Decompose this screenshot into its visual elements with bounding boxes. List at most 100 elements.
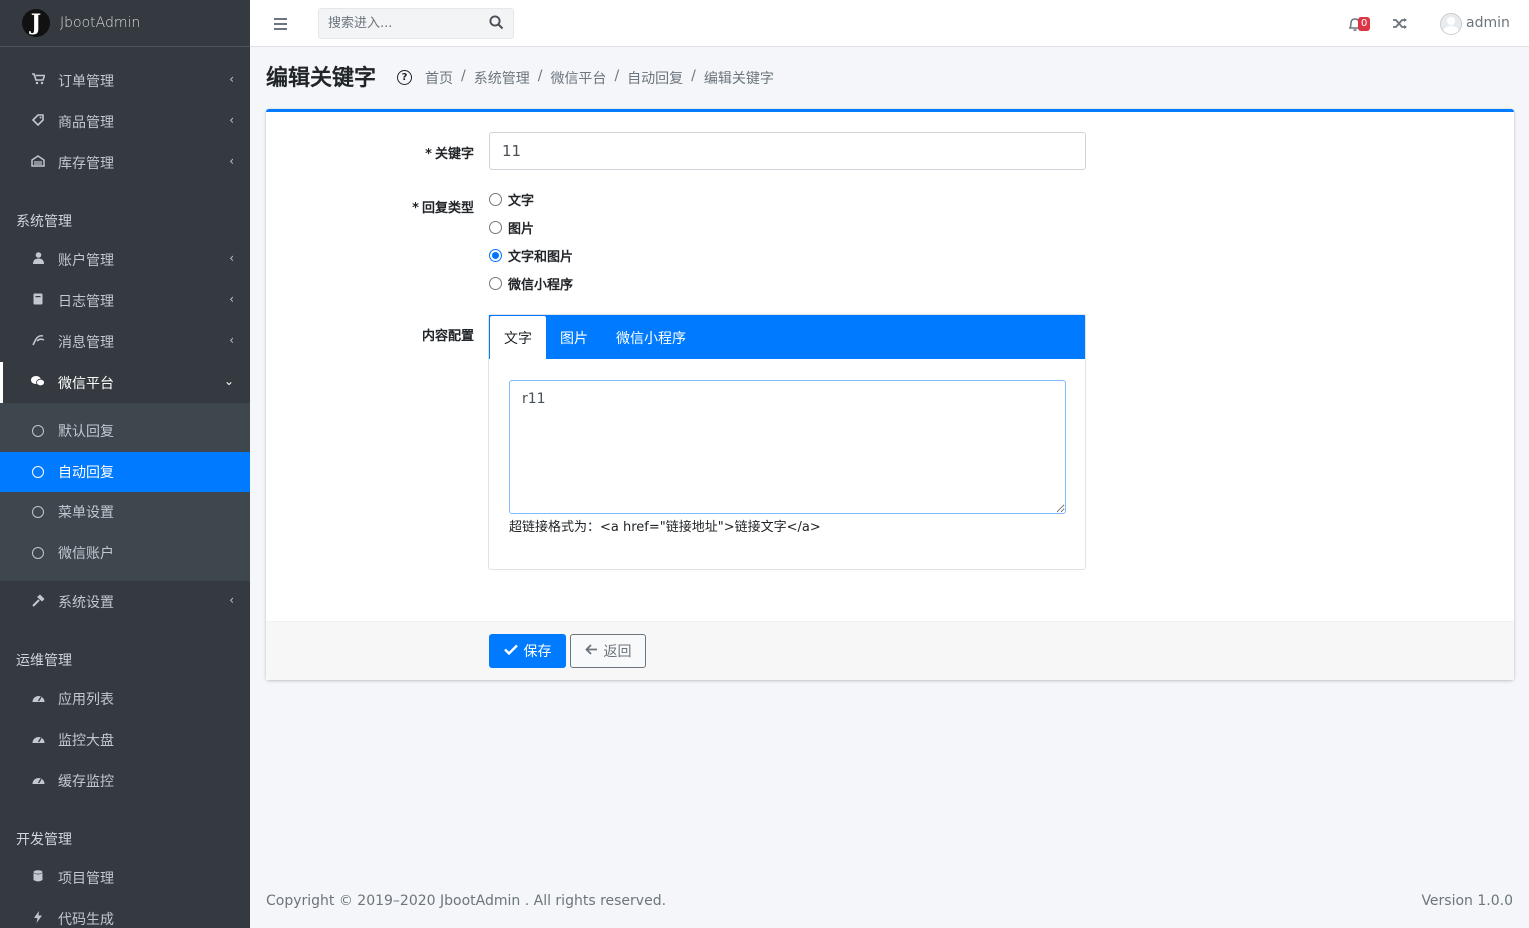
arrow-left-icon [584, 643, 598, 659]
text-content-textarea[interactable]: r11 [509, 380, 1066, 514]
sidebar-item-label: 应用列表 [58, 691, 114, 708]
broadcast-icon [30, 334, 46, 349]
reply-type-label-text: 回复类型 [421, 201, 474, 216]
keyword-input[interactable] [489, 132, 1086, 170]
edit-keyword-card: *关键字 *回复类型 文字 图片 文字和图片 微信小程序 内容配置 文字 图片 … [266, 109, 1514, 680]
sidebar-item-label: 系统设置 [58, 594, 114, 611]
hammer-icon [30, 594, 46, 610]
nav-section-system: 系统管理 [16, 214, 72, 230]
chevron-left-icon: ‹ [229, 72, 234, 86]
reply-type-option-text[interactable]: 文字 [489, 190, 534, 209]
sidebar-item-codegen[interactable]: 代码生成 [0, 898, 250, 928]
circle-icon [32, 425, 44, 438]
reply-type-option-text-image[interactable]: 文字和图片 [489, 246, 573, 265]
sidebar-item-projects[interactable]: 项目管理 [0, 857, 250, 898]
brand-name: JbootAdmin [60, 15, 141, 31]
radio-label: 文字和图片 [508, 250, 574, 265]
book-icon [30, 293, 46, 308]
tag-icon [30, 114, 46, 129]
sidebar-item-logs[interactable]: 日志管理 ‹ [0, 280, 250, 321]
menu-toggle-icon[interactable] [274, 18, 287, 30]
sidebar-item-label: 消息管理 [58, 334, 114, 351]
radio-button-checked[interactable] [489, 249, 502, 262]
chevron-down-icon: ⌄ [223, 374, 234, 388]
sidebar-nav-lower: 系统设置 ‹ 运维管理 应用列表 监控大盘 缓存监控 开发管理 项目管理 代码生… [0, 581, 250, 928]
database-icon [30, 870, 46, 885]
nav-section-ops: 运维管理 [16, 653, 72, 669]
dashboard-icon [30, 692, 46, 706]
radio-button[interactable] [489, 193, 502, 206]
sidebar-item-app-list[interactable]: 应用列表 [0, 678, 250, 719]
breadcrumb-item[interactable]: 微信平台 [550, 68, 606, 88]
sidebar-item-wechat-accounts[interactable]: 微信账户 [0, 533, 250, 574]
tab-miniprogram[interactable]: 微信小程序 [602, 316, 700, 359]
sidebar-item-label: 菜单设置 [58, 505, 114, 522]
sidebar: J JbootAdmin 订单管理 ‹ 商品管理 ‹ 库存管理 ‹ 系统管理 账… [0, 0, 250, 928]
breadcrumb-item: 编辑关键字 [703, 71, 774, 87]
breadcrumb: 首页 / 系统管理 / 微信平台 / 自动回复 / 编辑关键字 [425, 68, 774, 88]
sidebar-item-label: 账户管理 [58, 252, 114, 269]
reply-type-option-image[interactable]: 图片 [489, 218, 534, 237]
search-input[interactable] [319, 9, 479, 38]
sidebar-item-messages[interactable]: 消息管理 ‹ [0, 321, 250, 362]
sidebar-item-orders[interactable]: 订单管理 ‹ [0, 60, 250, 101]
keyword-label: * 关键字 [314, 143, 474, 162]
sidebar-item-label: 监控大盘 [58, 732, 114, 749]
save-button-label: 保存 [523, 644, 552, 660]
content-config-label: 内容配置 [421, 329, 474, 344]
sidebar-item-products[interactable]: 商品管理 ‹ [0, 101, 250, 142]
chevron-left-icon: ‹ [229, 292, 234, 306]
breadcrumb-item[interactable]: 系统管理 [474, 68, 530, 88]
sidebar-item-cache-monitor[interactable]: 缓存监控 [0, 760, 250, 801]
radio-label: 微信小程序 [508, 278, 574, 293]
breadcrumb-separator: / [614, 68, 620, 84]
dashboard-icon [30, 733, 46, 747]
radio-label: 图片 [508, 222, 535, 237]
sidebar-item-label: 订单管理 [58, 73, 114, 90]
chevron-left-icon: ‹ [229, 113, 234, 127]
sidebar-item-label: 商品管理 [58, 114, 114, 131]
circle-icon [32, 506, 44, 519]
back-button[interactable]: 返回 [570, 634, 646, 668]
back-button-label: 返回 [603, 644, 632, 660]
copyright: Copyright © 2019–2020 JbootAdmin . All r… [266, 893, 667, 909]
breadcrumb-item[interactable]: 自动回复 [627, 68, 683, 88]
sidebar-item-inventory[interactable]: 库存管理 ‹ [0, 142, 250, 183]
search-icon[interactable] [489, 15, 505, 31]
sidebar-item-default-reply[interactable]: 默认回复 [0, 411, 250, 452]
sidebar-item-label: 默认回复 [58, 424, 114, 441]
tab-bar: 文字 图片 微信小程序 [489, 315, 1085, 359]
sidebar-item-accounts[interactable]: 账户管理 ‹ [0, 239, 250, 280]
save-button[interactable]: 保存 [489, 634, 566, 668]
breadcrumb-item[interactable]: 首页 [425, 68, 453, 88]
wechat-icon [30, 375, 46, 390]
reply-type-option-miniprogram[interactable]: 微信小程序 [489, 274, 573, 293]
sidebar-item-label: 自动回复 [58, 464, 114, 481]
bolt-icon [30, 911, 46, 926]
content-tabs-card: 文字 图片 微信小程序 r11 超链接格式为：<a href="链接地址">链接… [488, 314, 1086, 570]
avatar[interactable] [1440, 13, 1462, 35]
sidebar-item-label: 代码生成 [58, 911, 114, 928]
shuffle-icon[interactable] [1393, 16, 1408, 34]
check-icon [503, 643, 518, 659]
sidebar-item-label: 项目管理 [58, 870, 114, 887]
circle-icon [32, 546, 44, 559]
brand-logo: J [22, 9, 50, 37]
radio-button[interactable] [489, 277, 502, 290]
help-icon[interactable]: ? [397, 70, 412, 85]
sidebar-item-wechat[interactable]: 微信平台 ⌄ [0, 362, 250, 403]
brand[interactable]: J JbootAdmin [0, 0, 250, 47]
chevron-left-icon: ‹ [229, 333, 234, 347]
sidebar-item-label: 微信账户 [58, 545, 114, 562]
sidebar-item-system-settings[interactable]: 系统设置 ‹ [0, 581, 250, 622]
tab-text[interactable]: 文字 [490, 316, 546, 359]
radio-button[interactable] [489, 221, 502, 234]
username[interactable]: admin [1466, 15, 1510, 31]
sidebar-item-auto-reply[interactable]: 自动回复 [0, 451, 250, 492]
radio-label: 文字 [508, 194, 535, 209]
sidebar-item-label: 缓存监控 [58, 773, 114, 790]
sidebar-item-monitor-board[interactable]: 监控大盘 [0, 719, 250, 760]
breadcrumb-separator: / [461, 68, 466, 84]
tab-image[interactable]: 图片 [546, 316, 602, 359]
sidebar-item-menu-settings[interactable]: 菜单设置 [0, 492, 250, 533]
